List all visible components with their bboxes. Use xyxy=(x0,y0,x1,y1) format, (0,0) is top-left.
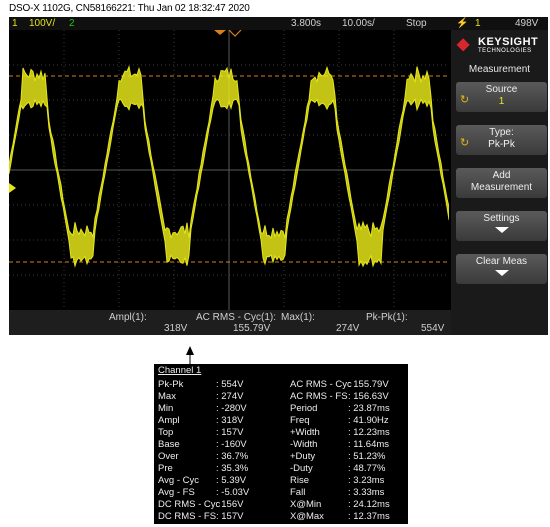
popup-right-value: : 51.23% xyxy=(348,451,386,462)
popup-right-name: Period xyxy=(290,403,318,414)
popup-left-name: DC RMS - FS xyxy=(158,511,217,522)
popup-left-value: : -160V xyxy=(216,439,247,450)
popup-right-name: Freq xyxy=(290,415,310,426)
popup-right-value: : 23.87ms xyxy=(348,403,390,414)
popup-left-value: : -280V xyxy=(216,403,247,414)
popup-right-name: Fall xyxy=(290,487,306,498)
popup-right-name: +Width xyxy=(290,427,320,438)
popup-left-name: Pre xyxy=(158,463,173,474)
popup-left-name: Ampl xyxy=(158,415,180,426)
popup-left-name: Pk-Pk xyxy=(158,379,184,390)
popup-left-name: Max xyxy=(158,391,176,402)
popup-right-name: X@Min xyxy=(290,499,322,510)
popup-left-name: Over xyxy=(158,451,179,462)
popup-left-value: : 5.39V xyxy=(216,475,247,486)
popup-right-value: : 12.23ms xyxy=(348,427,390,438)
channel-measurements-popup: Channel 1 Pk-Pk : 554V Max : 274V Min : -280V… xyxy=(154,364,408,524)
popup-left-name: Avg - Cyc xyxy=(158,475,200,486)
popup-left-name: Top xyxy=(158,427,174,438)
popup-right-value: : 11.64ms xyxy=(348,439,390,450)
popup-left-value: : 318V xyxy=(216,415,244,426)
popup-right-value: : 155.79V xyxy=(348,379,389,390)
popup-left-value: : 274V xyxy=(216,391,244,402)
popup-left-value: : 554V xyxy=(216,379,244,390)
popup-right-name: +Duty xyxy=(290,451,316,462)
popup-right-value: : 3.33ms xyxy=(348,487,385,498)
popup-left-value: : 35.3% xyxy=(216,463,249,474)
popup-right-value: : 24.12ms xyxy=(348,499,390,510)
popup-left-name: Avg - FS xyxy=(158,487,195,498)
popup-left-value: : 157V xyxy=(216,511,244,522)
popup-right-name: -Width xyxy=(290,439,318,450)
popup-left-value: : 157V xyxy=(216,427,244,438)
popup-right-value: : 48.77% xyxy=(348,463,386,474)
popup-right-name: -Duty xyxy=(290,463,313,474)
popup-right-name: Rise xyxy=(290,475,310,486)
popup-left-name: DC RMS - Cyc xyxy=(158,499,221,510)
popup-right-name: AC RMS - FS xyxy=(290,391,348,402)
popup-left-value: : -5.03V xyxy=(216,487,250,498)
popup-right-value: : 12.37ms xyxy=(348,511,390,522)
popup-right-name: X@Max xyxy=(290,511,324,522)
popup-left-name: Base xyxy=(158,439,180,450)
popup-left-value: : 156V xyxy=(216,499,244,510)
popup-right-value: : 41.90Hz xyxy=(348,415,389,426)
popup-left-name: Min xyxy=(158,403,174,414)
popup-right-value: : 3.23ms xyxy=(348,475,385,486)
popup-title: Channel 1 xyxy=(158,365,202,376)
popup-right-name: AC RMS - Cyc xyxy=(290,379,352,390)
popup-right-value: : 156.63V xyxy=(348,391,389,402)
popup-left-value: : 36.7% xyxy=(216,451,249,462)
